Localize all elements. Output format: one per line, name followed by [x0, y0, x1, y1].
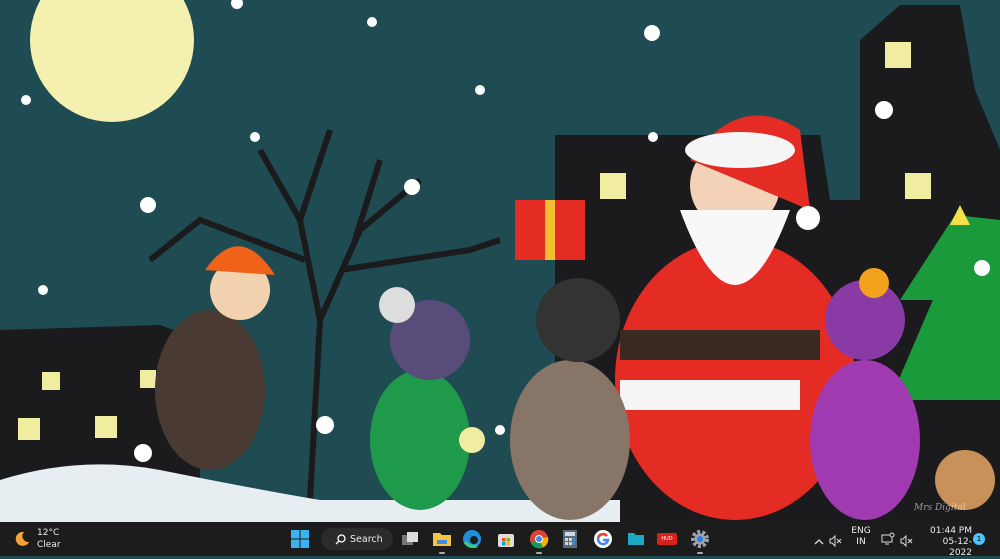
weather-temperature: 12°C: [37, 528, 60, 538]
weather-condition: Clear: [37, 540, 61, 550]
weather-widget[interactable]: 12°C Clear: [12, 527, 72, 551]
calculator-icon: [563, 530, 577, 548]
edge-icon: [463, 530, 481, 548]
speaker-muted-icon: [900, 534, 913, 548]
red-app-button[interactable]: HUD: [655, 527, 679, 551]
task-view-button[interactable]: [398, 527, 422, 551]
task-view-icon: [402, 532, 418, 545]
clock[interactable]: 01:44 PM 05-12-2022: [922, 526, 972, 559]
microsoft-store-button[interactable]: [494, 527, 518, 551]
desktop-wallpaper: [0, 0, 1000, 522]
store-icon: [498, 534, 514, 547]
chevron-up-icon: [814, 539, 824, 545]
search-icon: [335, 533, 346, 544]
network-icon: [881, 532, 895, 545]
google-button[interactable]: [591, 527, 615, 551]
red-app-icon: HUD: [657, 533, 677, 545]
windows-logo-icon: [291, 530, 309, 548]
google-icon: [594, 530, 612, 548]
mute-status[interactable]: [829, 532, 843, 551]
taskbar: 12°C Clear Search HUD ENG IN 01:44 PM 05…: [0, 522, 1000, 559]
moon-icon: [15, 531, 29, 546]
folder-button[interactable]: [624, 527, 648, 551]
gear-icon: [691, 530, 709, 548]
wallpaper-signature: Mrs Digital: [914, 503, 966, 513]
blue-folder-icon: [628, 533, 644, 545]
start-button[interactable]: [288, 527, 312, 551]
volume-status[interactable]: [900, 532, 914, 551]
network-status[interactable]: [881, 531, 895, 550]
calculator-button[interactable]: [558, 527, 582, 551]
language-indicator[interactable]: ENG IN: [850, 526, 872, 548]
chrome-button[interactable]: [527, 527, 551, 554]
search-label: Search: [350, 533, 383, 545]
settings-button[interactable]: [688, 527, 712, 554]
notification-badge[interactable]: 1: [973, 533, 985, 545]
language-code: ENG: [851, 526, 871, 536]
chrome-icon: [530, 530, 549, 549]
search-button[interactable]: Search: [321, 528, 393, 550]
file-explorer-button[interactable]: [430, 527, 454, 554]
region-code: IN: [856, 537, 866, 547]
show-hidden-icons-button[interactable]: [814, 532, 824, 551]
speaker-muted-icon: [829, 534, 842, 548]
folder-icon: [433, 533, 451, 546]
edge-button[interactable]: [460, 527, 484, 551]
clock-time: 01:44 PM: [930, 526, 972, 536]
